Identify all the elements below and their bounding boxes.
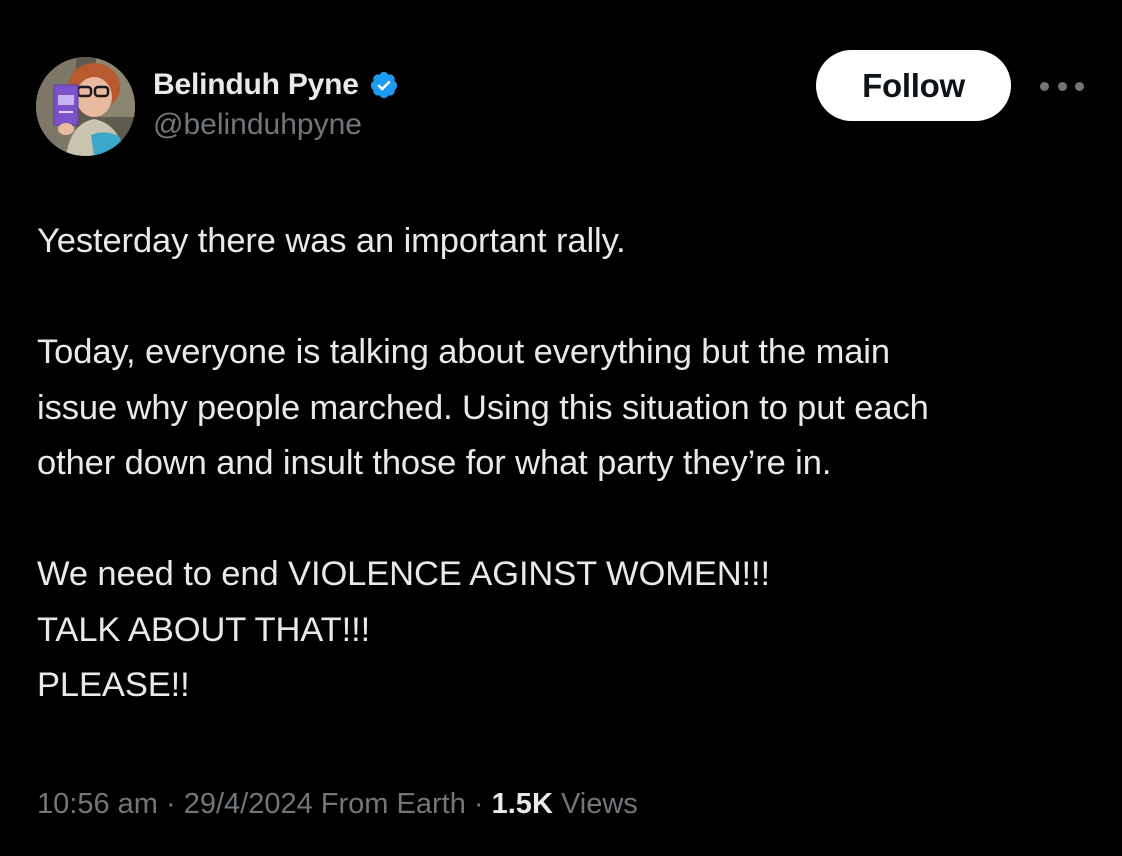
- verified-badge-icon: [369, 70, 399, 100]
- profile-photo-icon: [36, 57, 135, 156]
- tweet-card: Belinduh Pyne @belinduhpyne Follow Yeste…: [0, 0, 1122, 856]
- author-handle[interactable]: @belinduhpyne: [153, 108, 362, 142]
- more-options-button[interactable]: [1040, 76, 1084, 96]
- ellipsis-icon-dot: [1040, 81, 1049, 91]
- tweet-text: Yesterday there was an important rally. …: [37, 214, 1107, 714]
- tweet-paragraph-gap: [37, 270, 1107, 326]
- tweet-line: other down and insult those for what par…: [37, 444, 832, 482]
- tweet-source: From Earth: [320, 788, 466, 820]
- follow-button[interactable]: Follow: [816, 50, 1011, 121]
- tweet-date[interactable]: 29/4/2024: [184, 788, 313, 821]
- tweet-meta: 10:56 am · 29/4/2024 From Earth · 1.5K V…: [37, 788, 638, 821]
- meta-separator: ·: [165, 788, 176, 820]
- tweet-line: Yesterday there was an important rally.: [37, 222, 626, 260]
- author-display-name[interactable]: Belinduh Pyne: [153, 68, 359, 102]
- tweet-line: PLEASE!!: [37, 666, 190, 704]
- tweet-time[interactable]: 10:56 am: [37, 788, 158, 821]
- tweet-line: issue why people marched. Using this sit…: [37, 388, 929, 427]
- author-avatar[interactable]: [36, 57, 135, 156]
- tweet-line: We need to end VIOLENCE AGINST WOMEN!!!: [37, 555, 771, 593]
- author-name-row[interactable]: Belinduh Pyne: [153, 64, 399, 106]
- tweet-paragraph-gap: [37, 492, 1107, 548]
- tweet-line: Today, everyone is talking about everyth…: [37, 333, 890, 371]
- views-count: 1.5K: [491, 788, 553, 820]
- ellipsis-icon-dot: [1075, 81, 1084, 91]
- meta-separator: ·: [473, 788, 484, 820]
- ellipsis-icon-dot: [1057, 81, 1067, 91]
- views-label: Views: [560, 788, 638, 820]
- tweet-line: TALK ABOUT THAT!!!: [37, 610, 371, 649]
